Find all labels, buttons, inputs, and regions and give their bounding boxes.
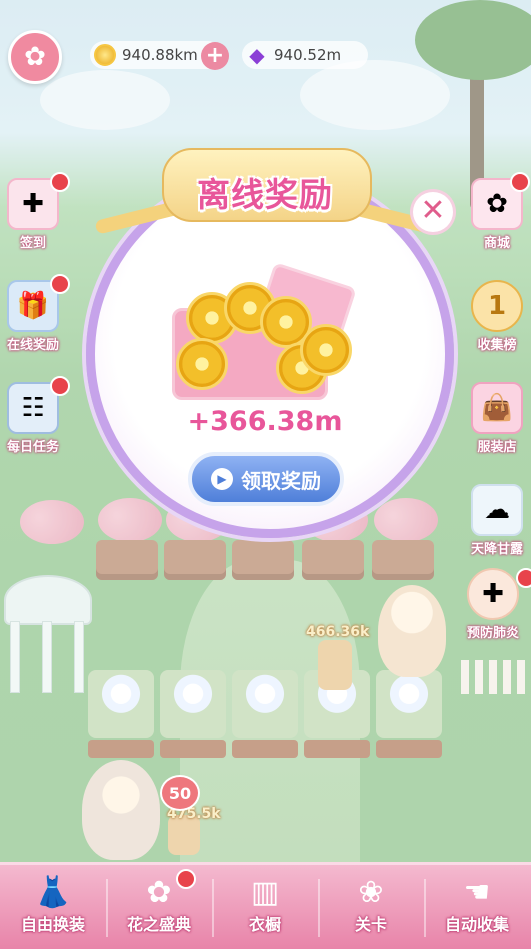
dialog-title: 离线奖励: [197, 175, 333, 214]
gem-counter: ◆ 940.52m: [242, 41, 368, 69]
nav-wardrobe[interactable]: ▥ 衣橱: [212, 865, 318, 949]
claim-reward-label: 领取奖励: [241, 468, 321, 493]
clothing-store-label: 服装店: [477, 440, 517, 455]
nav-flower-festival-label: 花之盛典: [126, 915, 191, 934]
rain-label: 天降甘露: [470, 542, 523, 557]
coin-icon: [94, 44, 116, 66]
shopping-bag-icon: 👜: [471, 382, 523, 434]
plus-icon: +: [205, 43, 225, 68]
nav-level[interactable]: ❀ 关卡: [318, 865, 424, 949]
nav-free-dress[interactable]: 👗 自由换装: [0, 865, 106, 949]
nav-auto-collect[interactable]: ☚ 自动收集: [424, 865, 530, 949]
online-reward-label: 在线奖励: [6, 338, 59, 353]
gear-icon: ✿: [24, 42, 46, 72]
clothing-store-button[interactable]: 👜 服装店: [464, 382, 530, 455]
reward-amount: +366.38m: [187, 406, 343, 437]
shop-button[interactable]: ✿ 商城: [464, 172, 530, 251]
nav-level-label: 关卡: [354, 915, 387, 934]
notification-dot: [50, 172, 70, 192]
prevent-pneumonia-button[interactable]: ✚ 预防肺炎: [460, 568, 531, 641]
treasure-chest-icon: [172, 262, 358, 402]
prevent-pneumonia-label: 预防肺炎: [466, 626, 519, 641]
sign-in-button[interactable]: ✚ 签到: [0, 172, 70, 251]
settings-button[interactable]: ✿: [8, 30, 62, 84]
collection-rank-label: 收集榜: [477, 338, 517, 353]
notification-dot: [176, 869, 196, 889]
play-icon: ▶: [211, 468, 233, 490]
rain-button[interactable]: ☁ 天降甘露: [464, 484, 530, 557]
coin-icon: [300, 324, 352, 376]
nav-free-dress-label: 自由换装: [20, 915, 85, 934]
gem-value: 940.52m: [274, 46, 342, 64]
collection-rank-button[interactable]: 1 收集榜: [464, 280, 530, 353]
wardrobe-icon: ▥: [250, 875, 280, 910]
shop-label: 商城: [483, 236, 510, 251]
medal-icon: 1: [471, 280, 523, 332]
coin-value: 940.88km: [122, 46, 198, 64]
dress-icon: 👗: [34, 875, 72, 910]
nurse-icon: ✚: [467, 568, 519, 620]
nav-auto-collect-label: 自动收集: [444, 915, 509, 934]
daily-task-label: 每日任务: [6, 440, 59, 455]
notification-dot: [50, 274, 70, 294]
hand-icon: ☚: [463, 875, 491, 910]
flower-icon: ✿: [146, 875, 172, 910]
nav-wardrobe-label: 衣橱: [248, 915, 281, 934]
online-reward-button[interactable]: 🎁 在线奖励: [0, 274, 70, 353]
level-icon: ❀: [358, 875, 384, 910]
notification-dot: [50, 376, 70, 396]
add-coins-button[interactable]: +: [201, 42, 229, 70]
bottom-nav: 👗 自由换装 ✿ 花之盛典 ▥ 衣橱 ❀ 关卡 ☚ 自动收集: [0, 862, 531, 949]
nav-flower-festival[interactable]: ✿ 花之盛典: [106, 865, 212, 949]
coin-icon: [176, 338, 228, 390]
close-button[interactable]: ✕: [413, 192, 453, 232]
claim-reward-button[interactable]: ▶ 领取奖励: [188, 452, 344, 506]
close-icon: ✕: [420, 193, 446, 228]
notification-dot: [510, 172, 530, 192]
rainbow-cloud-icon: ☁: [471, 484, 523, 536]
gem-icon: ◆: [249, 43, 265, 67]
daily-task-button[interactable]: ☷ 每日任务: [0, 376, 70, 455]
notification-dot: [516, 568, 531, 588]
sign-in-label: 签到: [19, 236, 46, 251]
